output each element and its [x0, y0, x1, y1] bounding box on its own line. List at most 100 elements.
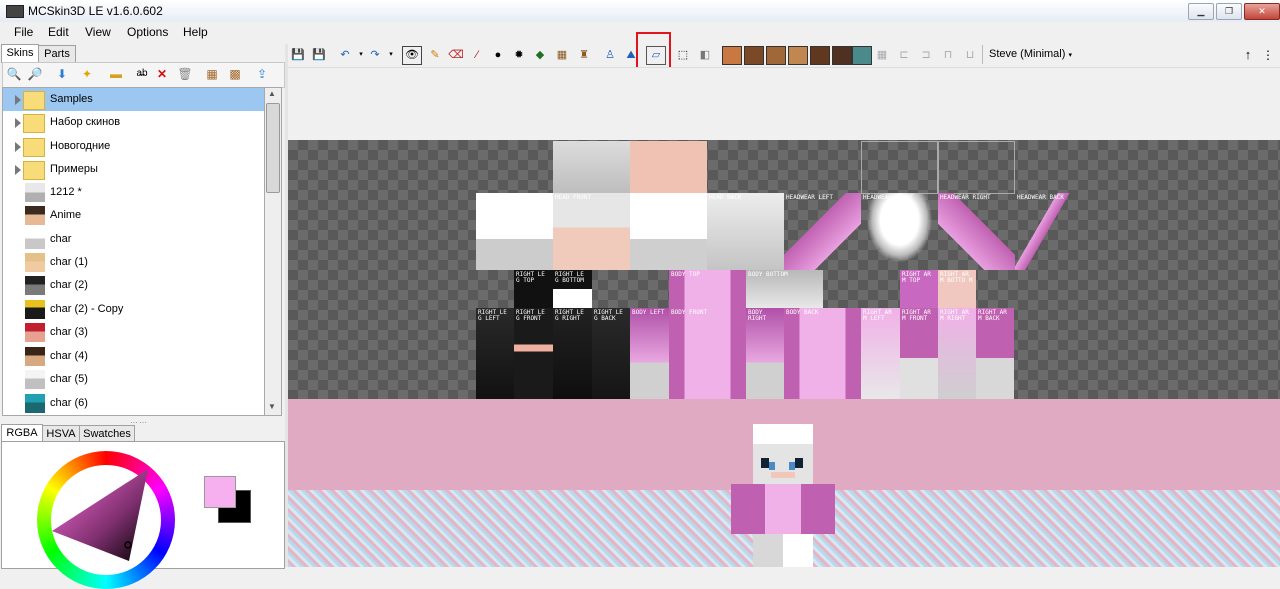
window-title: MCSkin3D LE v1.6.0.602: [28, 4, 163, 18]
toggle-right-arm-icon[interactable]: [810, 46, 830, 65]
new-folder-icon[interactable]: ▬: [108, 66, 124, 82]
part-head-bottom: [630, 141, 707, 194]
import-icon[interactable]: ⬇: [54, 66, 70, 82]
grid-alt-icon[interactable]: ▩: [227, 66, 243, 82]
tree-item-skin[interactable]: char (4): [3, 345, 265, 368]
expand-icon[interactable]: [15, 165, 21, 175]
skin-thumbnail: [25, 206, 45, 225]
skin-texture-editor[interactable]: HEAD LEFT HEAD FRONT HEAD RIGHT HEAD BAC…: [288, 140, 1280, 399]
pencil-icon[interactable]: ✎: [427, 47, 443, 63]
part-body-right: BODY RIGHT: [746, 308, 784, 399]
part-head-right: HEAD RIGHT: [630, 193, 707, 270]
part-headwear-right: HEADWEAR RIGHT: [938, 193, 1015, 270]
tab-skins[interactable]: Skins: [1, 44, 39, 63]
skin-thumbnail: [25, 230, 45, 249]
tree-item-folder[interactable]: Новогодние: [3, 135, 265, 158]
menu-help[interactable]: Help: [183, 25, 208, 39]
tree-item-samples[interactable]: Samples: [3, 88, 265, 111]
undo-icon[interactable]: ↶: [337, 47, 353, 63]
tree-item-folder[interactable]: Примеры: [3, 158, 265, 181]
expand-icon[interactable]: [15, 118, 21, 128]
trash-icon[interactable]: 🗑: [177, 66, 193, 82]
toggle-head-icon[interactable]: [722, 46, 742, 65]
folder-icon: [23, 161, 45, 180]
tree-item-skin[interactable]: char (2) - Copy: [3, 298, 265, 321]
color-triangle[interactable]: [37, 451, 175, 567]
grid-icon[interactable]: ▦: [204, 66, 220, 82]
tree-item-skin[interactable]: char (2): [3, 274, 265, 297]
maximize-button[interactable]: ❐: [1216, 3, 1242, 20]
model-selector[interactable]: Steve (Minimal) ▾: [989, 48, 1072, 60]
scroll-up-icon[interactable]: ▲: [268, 89, 276, 98]
upload-icon[interactable]: ⇪: [254, 66, 270, 82]
menu-view[interactable]: View: [85, 25, 111, 39]
part-right-arm-left: RIGHT AR M LEFT: [861, 308, 900, 399]
arrow-up-icon[interactable]: ↑: [1240, 47, 1256, 63]
primary-color-swatch[interactable]: [204, 476, 236, 508]
burn-icon[interactable]: ✹: [511, 47, 527, 63]
skin-thumbnail: [25, 323, 45, 342]
folder-icon: [23, 91, 45, 110]
toggle-left-arm-icon[interactable]: [788, 46, 808, 65]
tree-item-skin[interactable]: Anime: [3, 204, 265, 227]
save-all-icon[interactable]: 💾: [311, 47, 327, 63]
align-center-icon[interactable]: ⊓: [940, 47, 956, 63]
redo-dropdown-icon[interactable]: ▾: [383, 47, 399, 63]
tree-item-skin[interactable]: char: [3, 228, 265, 251]
new-skin-icon[interactable]: ✦: [79, 66, 95, 82]
toolbar-overflow-icon[interactable]: ⋮: [1260, 47, 1276, 63]
zoom-out-icon[interactable]: 🔍: [6, 66, 22, 82]
toggle-body-icon[interactable]: [766, 46, 786, 65]
minimize-button[interactable]: ▁: [1188, 3, 1214, 20]
scroll-down-icon[interactable]: ▼: [268, 402, 276, 411]
chevron-down-icon: ▾: [1068, 52, 1072, 59]
tree-item-label: char (1): [50, 256, 88, 268]
save-icon[interactable]: 💾: [290, 47, 306, 63]
stamp-icon[interactable]: ♜: [576, 47, 592, 63]
noise-icon[interactable]: ▦: [554, 47, 570, 63]
close-button[interactable]: ✕: [1244, 3, 1280, 20]
zoom-in-icon[interactable]: 🔎: [27, 66, 43, 82]
tree-item-skin[interactable]: char (3): [3, 321, 265, 344]
toggle-helmet-icon[interactable]: [744, 46, 764, 65]
tree-item-skin[interactable]: char (1): [3, 251, 265, 274]
dodge-icon[interactable]: ●: [490, 47, 506, 63]
tree-item-label: char (4): [50, 350, 88, 362]
texture-view-icon[interactable]: ⬚: [675, 47, 691, 63]
skin-thumbnail: [25, 394, 45, 413]
align-right-icon[interactable]: ⊐: [918, 47, 934, 63]
align-left-icon[interactable]: ⊏: [896, 47, 912, 63]
tree-item-label: Anime: [50, 209, 82, 221]
tree-item-label: char (2): [50, 279, 88, 291]
tree-item-label: Samples: [50, 93, 93, 105]
menu-edit[interactable]: Edit: [48, 25, 69, 39]
delete-icon[interactable]: ✕: [154, 66, 170, 82]
view-eye-icon[interactable]: 👁: [402, 46, 422, 65]
part-headwear-bottom: [938, 141, 1015, 194]
grid-toggle-icon[interactable]: ▦: [874, 47, 890, 63]
redo-icon[interactable]: ↷: [367, 47, 383, 63]
tree-item-skin[interactable]: char (5): [3, 368, 265, 391]
align-bottom-icon[interactable]: ⊔: [962, 47, 978, 63]
rename-icon[interactable]: a̶b: [134, 66, 150, 82]
eraser-icon[interactable]: ⌫: [448, 47, 464, 63]
tree-item-skin[interactable]: 1212 *: [3, 181, 265, 204]
tree-item-skin[interactable]: char (6): [3, 392, 265, 415]
darken-lighten-icon[interactable]: ◆: [532, 47, 548, 63]
expand-icon[interactable]: [15, 95, 21, 105]
expand-icon[interactable]: [15, 142, 21, 152]
tree-scrollbar-thumb[interactable]: [266, 103, 280, 193]
menu-options[interactable]: Options: [127, 25, 168, 39]
tab-parts[interactable]: Parts: [38, 45, 76, 63]
part-right-leg-top: RIGHT LE G TOP: [514, 270, 553, 308]
tree-item-folder[interactable]: Набор скинов: [3, 111, 265, 134]
dropper-icon[interactable]: ⁄: [469, 47, 485, 63]
hybrid-view-icon[interactable]: ◧: [697, 47, 713, 63]
character-icon[interactable]: ♙: [602, 47, 618, 63]
menu-file[interactable]: File: [14, 25, 33, 39]
toggle-legs-icon[interactable]: [832, 46, 852, 65]
toggle-background-icon[interactable]: [852, 46, 872, 65]
character-model: [731, 424, 835, 567]
part-body-left: BODY LEFT: [630, 308, 669, 399]
tree-item-label: 1212 *: [50, 186, 82, 198]
